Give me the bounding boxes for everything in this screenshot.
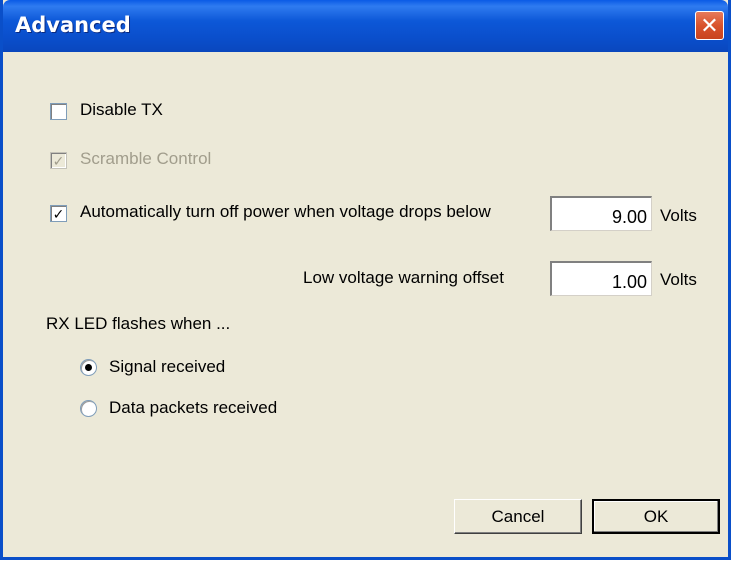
title-bar[interactable]: Advanced ✕ <box>3 0 728 52</box>
rx-led-heading: RX LED flashes when ... <box>46 314 231 333</box>
close-icon: ✕ <box>700 12 719 38</box>
low-voltage-offset-unit: Volts <box>660 270 697 289</box>
data-packets-received-radio[interactable] <box>80 400 97 417</box>
data-packets-received-label: Data packets received <box>109 398 278 417</box>
cutoff-voltage-field[interactable] <box>550 196 652 231</box>
cancel-button[interactable]: Cancel <box>454 499 582 534</box>
ok-button[interactable]: OK <box>592 499 720 534</box>
advanced-dialog: Advanced ✕ Disable TX Scramble Control A… <box>0 0 731 560</box>
low-voltage-offset-label: Low voltage warning offset <box>303 268 504 287</box>
close-button[interactable]: ✕ <box>695 11 724 40</box>
auto-power-off-label: Automatically turn off power when voltag… <box>80 202 491 221</box>
disable-tx-label: Disable TX <box>80 100 163 119</box>
signal-received-label: Signal received <box>109 357 226 376</box>
scramble-control-checkbox[interactable] <box>50 152 67 169</box>
dialog-title: Advanced <box>15 13 131 37</box>
signal-received-radio[interactable] <box>80 359 97 376</box>
disable-tx-checkbox[interactable] <box>50 103 67 120</box>
auto-power-off-checkbox[interactable] <box>50 205 67 222</box>
cutoff-voltage-unit: Volts <box>660 206 697 225</box>
low-voltage-offset-field[interactable] <box>550 261 652 296</box>
scramble-control-label: Scramble Control <box>80 149 212 168</box>
